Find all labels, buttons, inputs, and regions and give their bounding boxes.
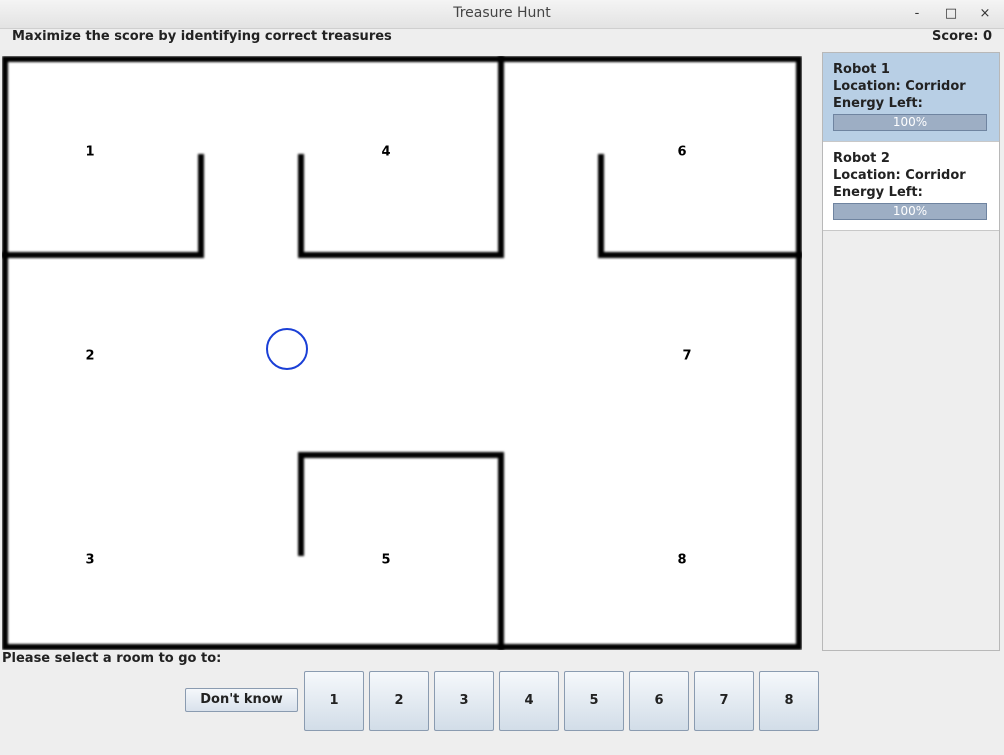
energy-bar: 100% <box>833 114 987 131</box>
dont-know-button[interactable]: Don't know <box>185 688 298 712</box>
energy-bar: 100% <box>833 203 987 220</box>
wall-room-6 <box>598 154 802 258</box>
wall-room-1 <box>2 154 204 258</box>
energy-label: Energy Left: <box>833 96 923 111</box>
robot-card-1[interactable]: Robot 1 Location: Corridor Energy Left: … <box>823 53 999 142</box>
wall-room-4 <box>298 56 504 258</box>
room-label-1: 1 <box>85 144 95 160</box>
room-button-1[interactable]: 1 <box>304 671 364 731</box>
room-button-2[interactable]: 2 <box>369 671 429 731</box>
score-label: Score: 0 <box>932 29 992 44</box>
maximize-icon[interactable]: □ <box>942 5 960 23</box>
wall-room-5 <box>298 452 504 650</box>
robot-position-marker <box>266 328 308 370</box>
robot-card-2[interactable]: Robot 2 Location: Corridor Energy Left: … <box>823 142 999 231</box>
robot-location: Location: Corridor <box>833 168 966 183</box>
room-label-3: 3 <box>85 552 95 568</box>
room-label-5: 5 <box>381 552 391 568</box>
maze-map: 1 2 3 4 5 6 7 8 <box>2 56 802 650</box>
minimize-icon[interactable]: - <box>908 5 926 23</box>
robot-name: Robot 1 <box>833 62 890 77</box>
room-button-4[interactable]: 4 <box>499 671 559 731</box>
title-bar: Treasure Hunt - □ × <box>0 0 1004 29</box>
room-button-3[interactable]: 3 <box>434 671 494 731</box>
room-label-7: 7 <box>682 348 692 364</box>
room-button-8[interactable]: 8 <box>759 671 819 731</box>
robot-panel: Robot 1 Location: Corridor Energy Left: … <box>822 52 1000 651</box>
room-select-prompt: Please select a room to go to: <box>2 651 222 666</box>
room-label-8: 8 <box>677 552 687 568</box>
robot-name: Robot 2 <box>833 151 890 166</box>
room-button-7[interactable]: 7 <box>694 671 754 731</box>
room-label-2: 2 <box>85 348 95 364</box>
close-icon[interactable]: × <box>976 5 994 23</box>
room-label-4: 4 <box>381 144 391 160</box>
room-label-6: 6 <box>677 144 687 160</box>
window-title: Treasure Hunt <box>453 5 551 21</box>
robot-location: Location: Corridor <box>833 79 966 94</box>
instruction-text: Maximize the score by identifying correc… <box>12 29 392 44</box>
energy-label: Energy Left: <box>833 185 923 200</box>
room-button-6[interactable]: 6 <box>629 671 689 731</box>
room-button-5[interactable]: 5 <box>564 671 624 731</box>
